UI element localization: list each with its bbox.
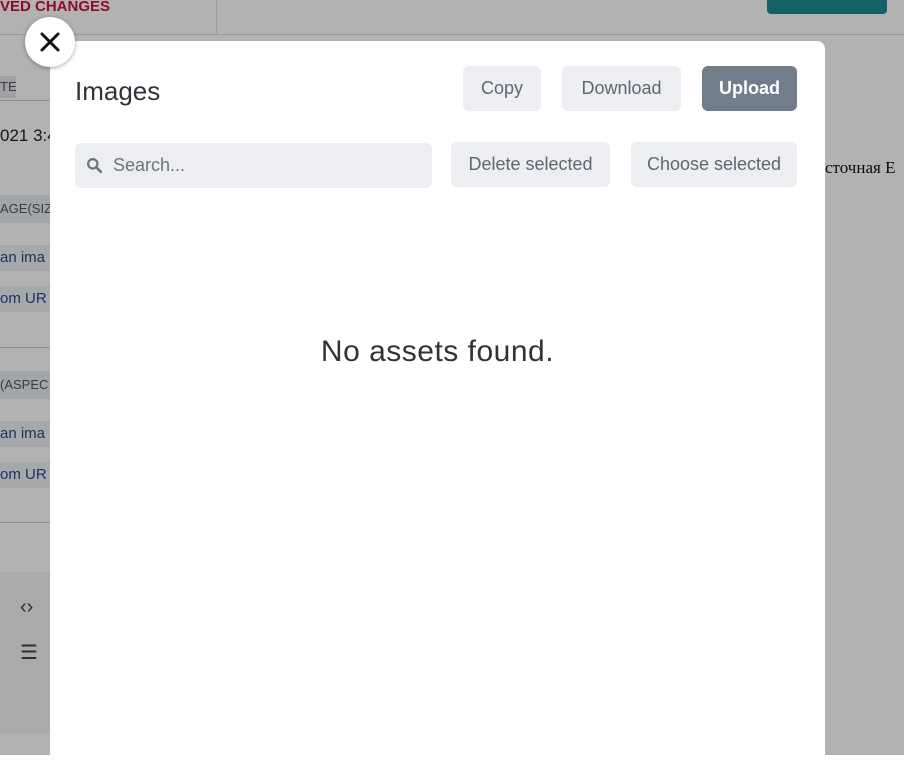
choose-selected-button[interactable]: Choose selected (631, 142, 797, 187)
modal-title: Images (75, 76, 161, 106)
close-button[interactable] (25, 17, 75, 67)
delete-selected-button[interactable]: Delete selected (451, 142, 610, 187)
upload-button[interactable]: Upload (702, 66, 797, 111)
search-icon (87, 158, 103, 174)
close-icon (40, 32, 60, 52)
empty-state-message: No assets found. (320, 335, 555, 368)
search-input[interactable] (113, 143, 423, 188)
copy-button[interactable]: Copy (463, 66, 541, 111)
download-button[interactable]: Download (562, 66, 681, 111)
search-box (75, 143, 432, 188)
assets-modal: Images Copy Download Upload Delete selec… (50, 41, 825, 771)
